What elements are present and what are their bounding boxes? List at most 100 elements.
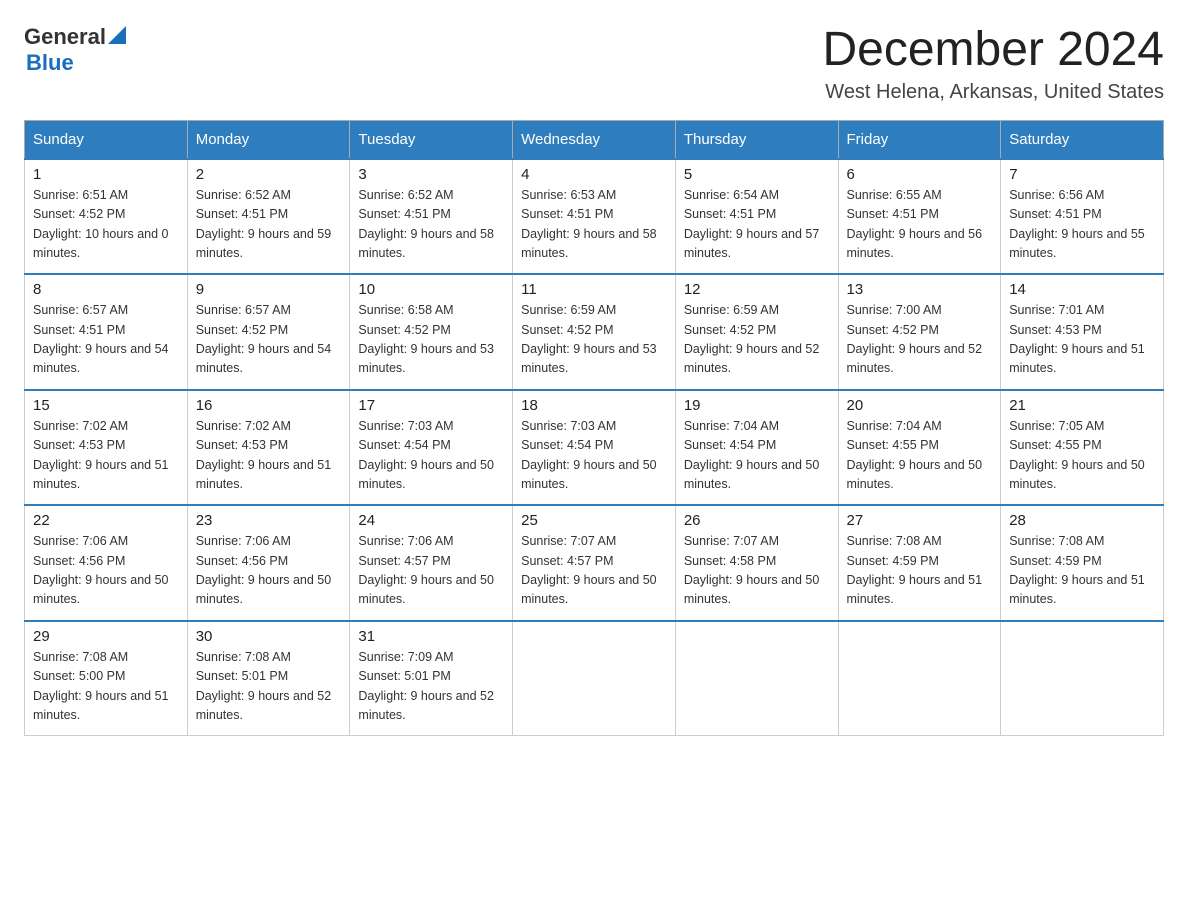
title-block: December 2024 West Helena, Arkansas, Uni…	[822, 24, 1164, 104]
calendar-empty-cell	[513, 621, 676, 736]
day-number: 25	[521, 512, 667, 529]
day-number: 9	[196, 281, 342, 298]
calendar-week-1: 1 Sunrise: 6:51 AMSunset: 4:52 PMDayligh…	[25, 159, 1164, 275]
calendar-empty-cell	[838, 621, 1001, 736]
day-info: Sunrise: 7:04 AMSunset: 4:54 PMDaylight:…	[684, 417, 830, 495]
calendar-day-1: 1 Sunrise: 6:51 AMSunset: 4:52 PMDayligh…	[25, 159, 188, 275]
day-info: Sunrise: 7:03 AMSunset: 4:54 PMDaylight:…	[358, 417, 504, 495]
day-number: 1	[33, 166, 179, 183]
calendar-day-24: 24 Sunrise: 7:06 AMSunset: 4:57 PMDaylig…	[350, 505, 513, 621]
calendar-empty-cell	[1001, 621, 1164, 736]
calendar-header-sunday: Sunday	[25, 120, 188, 159]
sub-title: West Helena, Arkansas, United States	[822, 81, 1164, 104]
day-info: Sunrise: 7:01 AMSunset: 4:53 PMDaylight:…	[1009, 301, 1155, 379]
day-info: Sunrise: 7:09 AMSunset: 5:01 PMDaylight:…	[358, 648, 504, 726]
calendar-day-9: 9 Sunrise: 6:57 AMSunset: 4:52 PMDayligh…	[187, 274, 350, 390]
calendar-day-18: 18 Sunrise: 7:03 AMSunset: 4:54 PMDaylig…	[513, 390, 676, 506]
calendar-day-30: 30 Sunrise: 7:08 AMSunset: 5:01 PMDaylig…	[187, 621, 350, 736]
day-info: Sunrise: 6:59 AMSunset: 4:52 PMDaylight:…	[521, 301, 667, 379]
calendar-day-13: 13 Sunrise: 7:00 AMSunset: 4:52 PMDaylig…	[838, 274, 1001, 390]
day-number: 10	[358, 281, 504, 298]
calendar-header-monday: Monday	[187, 120, 350, 159]
day-number: 28	[1009, 512, 1155, 529]
main-title: December 2024	[822, 24, 1164, 77]
calendar-day-7: 7 Sunrise: 6:56 AMSunset: 4:51 PMDayligh…	[1001, 159, 1164, 275]
logo-general-text: General	[24, 24, 106, 50]
calendar-empty-cell	[675, 621, 838, 736]
page-header: General Blue December 2024 West Helena, …	[24, 24, 1164, 104]
day-number: 15	[33, 397, 179, 414]
calendar-header-wednesday: Wednesday	[513, 120, 676, 159]
day-number: 5	[684, 166, 830, 183]
calendar-day-12: 12 Sunrise: 6:59 AMSunset: 4:52 PMDaylig…	[675, 274, 838, 390]
calendar-day-3: 3 Sunrise: 6:52 AMSunset: 4:51 PMDayligh…	[350, 159, 513, 275]
calendar-day-14: 14 Sunrise: 7:01 AMSunset: 4:53 PMDaylig…	[1001, 274, 1164, 390]
day-info: Sunrise: 7:07 AMSunset: 4:58 PMDaylight:…	[684, 532, 830, 610]
day-info: Sunrise: 6:59 AMSunset: 4:52 PMDaylight:…	[684, 301, 830, 379]
calendar-day-8: 8 Sunrise: 6:57 AMSunset: 4:51 PMDayligh…	[25, 274, 188, 390]
day-info: Sunrise: 6:53 AMSunset: 4:51 PMDaylight:…	[521, 186, 667, 264]
day-number: 27	[847, 512, 993, 529]
calendar-week-4: 22 Sunrise: 7:06 AMSunset: 4:56 PMDaylig…	[25, 505, 1164, 621]
logo-blue-text: Blue	[26, 50, 74, 76]
day-number: 26	[684, 512, 830, 529]
day-number: 14	[1009, 281, 1155, 298]
calendar-day-17: 17 Sunrise: 7:03 AMSunset: 4:54 PMDaylig…	[350, 390, 513, 506]
calendar-day-2: 2 Sunrise: 6:52 AMSunset: 4:51 PMDayligh…	[187, 159, 350, 275]
day-info: Sunrise: 7:00 AMSunset: 4:52 PMDaylight:…	[847, 301, 993, 379]
day-number: 16	[196, 397, 342, 414]
day-info: Sunrise: 6:57 AMSunset: 4:51 PMDaylight:…	[33, 301, 179, 379]
calendar-table: SundayMondayTuesdayWednesdayThursdayFrid…	[24, 120, 1164, 737]
calendar-day-6: 6 Sunrise: 6:55 AMSunset: 4:51 PMDayligh…	[838, 159, 1001, 275]
calendar-day-11: 11 Sunrise: 6:59 AMSunset: 4:52 PMDaylig…	[513, 274, 676, 390]
calendar-day-10: 10 Sunrise: 6:58 AMSunset: 4:52 PMDaylig…	[350, 274, 513, 390]
calendar-day-23: 23 Sunrise: 7:06 AMSunset: 4:56 PMDaylig…	[187, 505, 350, 621]
day-info: Sunrise: 6:57 AMSunset: 4:52 PMDaylight:…	[196, 301, 342, 379]
calendar-day-28: 28 Sunrise: 7:08 AMSunset: 4:59 PMDaylig…	[1001, 505, 1164, 621]
calendar-day-25: 25 Sunrise: 7:07 AMSunset: 4:57 PMDaylig…	[513, 505, 676, 621]
logo: General Blue	[24, 24, 126, 76]
day-number: 24	[358, 512, 504, 529]
day-info: Sunrise: 7:04 AMSunset: 4:55 PMDaylight:…	[847, 417, 993, 495]
day-number: 18	[521, 397, 667, 414]
day-number: 19	[684, 397, 830, 414]
day-info: Sunrise: 6:52 AMSunset: 4:51 PMDaylight:…	[196, 186, 342, 264]
day-info: Sunrise: 6:55 AMSunset: 4:51 PMDaylight:…	[847, 186, 993, 264]
calendar-header-tuesday: Tuesday	[350, 120, 513, 159]
day-number: 21	[1009, 397, 1155, 414]
day-number: 2	[196, 166, 342, 183]
day-info: Sunrise: 6:51 AMSunset: 4:52 PMDaylight:…	[33, 186, 179, 264]
day-info: Sunrise: 7:02 AMSunset: 4:53 PMDaylight:…	[33, 417, 179, 495]
day-number: 11	[521, 281, 667, 298]
day-number: 17	[358, 397, 504, 414]
calendar-day-31: 31 Sunrise: 7:09 AMSunset: 5:01 PMDaylig…	[350, 621, 513, 736]
day-info: Sunrise: 7:08 AMSunset: 5:00 PMDaylight:…	[33, 648, 179, 726]
day-number: 4	[521, 166, 667, 183]
day-number: 22	[33, 512, 179, 529]
day-number: 30	[196, 628, 342, 645]
day-number: 8	[33, 281, 179, 298]
day-info: Sunrise: 6:54 AMSunset: 4:51 PMDaylight:…	[684, 186, 830, 264]
day-number: 20	[847, 397, 993, 414]
day-info: Sunrise: 7:08 AMSunset: 4:59 PMDaylight:…	[847, 532, 993, 610]
calendar-day-15: 15 Sunrise: 7:02 AMSunset: 4:53 PMDaylig…	[25, 390, 188, 506]
day-info: Sunrise: 7:02 AMSunset: 4:53 PMDaylight:…	[196, 417, 342, 495]
calendar-header-friday: Friday	[838, 120, 1001, 159]
day-number: 13	[847, 281, 993, 298]
day-info: Sunrise: 7:08 AMSunset: 4:59 PMDaylight:…	[1009, 532, 1155, 610]
calendar-week-3: 15 Sunrise: 7:02 AMSunset: 4:53 PMDaylig…	[25, 390, 1164, 506]
logo-triangle-icon	[108, 26, 126, 44]
day-info: Sunrise: 7:08 AMSunset: 5:01 PMDaylight:…	[196, 648, 342, 726]
day-info: Sunrise: 7:05 AMSunset: 4:55 PMDaylight:…	[1009, 417, 1155, 495]
calendar-header-row: SundayMondayTuesdayWednesdayThursdayFrid…	[25, 120, 1164, 159]
day-number: 31	[358, 628, 504, 645]
day-number: 3	[358, 166, 504, 183]
day-number: 12	[684, 281, 830, 298]
day-info: Sunrise: 6:58 AMSunset: 4:52 PMDaylight:…	[358, 301, 504, 379]
calendar-day-5: 5 Sunrise: 6:54 AMSunset: 4:51 PMDayligh…	[675, 159, 838, 275]
day-info: Sunrise: 7:06 AMSunset: 4:56 PMDaylight:…	[33, 532, 179, 610]
calendar-day-4: 4 Sunrise: 6:53 AMSunset: 4:51 PMDayligh…	[513, 159, 676, 275]
calendar-day-26: 26 Sunrise: 7:07 AMSunset: 4:58 PMDaylig…	[675, 505, 838, 621]
calendar-day-29: 29 Sunrise: 7:08 AMSunset: 5:00 PMDaylig…	[25, 621, 188, 736]
day-number: 23	[196, 512, 342, 529]
